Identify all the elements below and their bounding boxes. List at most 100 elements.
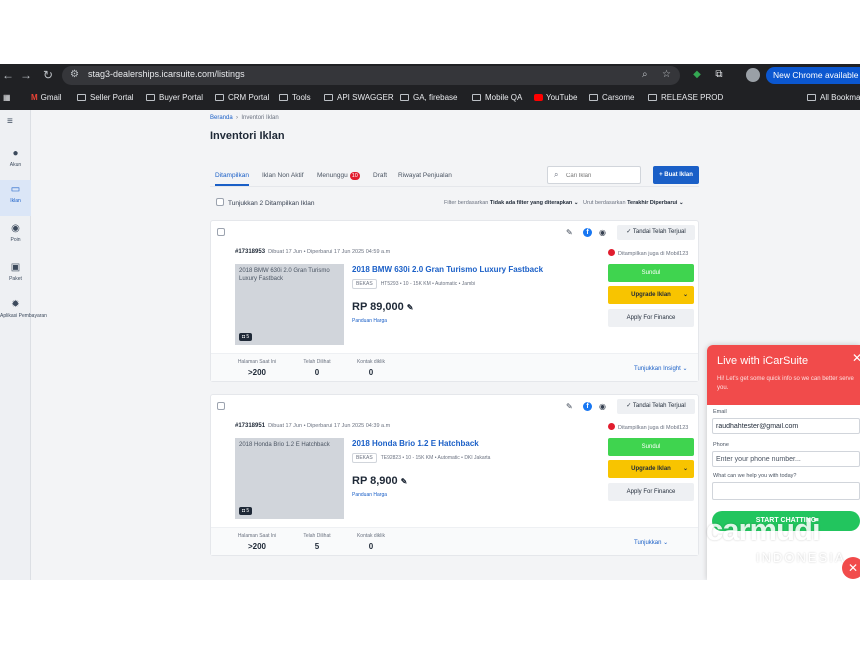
menu-icon[interactable]: ≡ xyxy=(7,116,13,127)
show-insight-link[interactable]: Tunjukkan Insight ⌄ xyxy=(634,365,688,372)
stat-views: Telah Dilihat 5 xyxy=(303,533,331,551)
reload-icon[interactable]: ↻ xyxy=(40,67,56,83)
star-icon[interactable]: ☆ xyxy=(662,69,671,80)
bookmark-crm-portal[interactable]: CRM Portal xyxy=(215,93,269,102)
address-bar[interactable]: ⚙ stag3-dealerships.icarsuite.com/listin… xyxy=(62,66,680,85)
price-guide-link[interactable]: Panduan Harga xyxy=(352,492,387,498)
sidebar: ≡ ● Akun ▭ Iklan ◉ Poin ▣ Paket ✹ Aplikasi Pe… xyxy=(0,110,47,580)
page-title: Inventori Iklan xyxy=(210,130,285,142)
mark-sold-button[interactable]: ✓ Tandai Telah Terjual xyxy=(617,399,695,414)
bookmark-buyer-portal[interactable]: Buyer Portal xyxy=(146,93,203,102)
url-text: stag3-dealerships.icarsuite.com/listings xyxy=(88,69,245,79)
apply-finance-button[interactable]: Apply For Finance xyxy=(608,309,694,327)
site-info-icon[interactable]: ⚙ xyxy=(70,69,79,80)
stat-current-page: Halaman Saat Ini >200 xyxy=(237,359,277,377)
bookmark-gmail[interactable]: M Gmail xyxy=(31,93,62,102)
new-chrome-button[interactable]: New Chrome available xyxy=(766,67,860,84)
listing-image[interactable]: 2018 Honda Brio 1.2 E Hatchback ◘ 5 xyxy=(235,438,344,519)
eye-icon[interactable]: ◉ xyxy=(599,228,606,237)
email-label: Email xyxy=(713,409,727,415)
select-all-row: Tunjukkan 2 Ditampilkan Iklan xyxy=(216,198,314,207)
upgrade-button[interactable]: Upgrade Iklan ⌄ xyxy=(608,460,694,478)
apps-icon[interactable]: ▦ xyxy=(3,93,11,102)
facebook-icon[interactable]: f xyxy=(583,402,592,411)
displayed-also-label: Ditampilkan juga di Mobil123 xyxy=(608,423,688,431)
breadcrumb-home[interactable]: Beranda xyxy=(210,115,233,121)
zoom-icon[interactable]: ⌕ xyxy=(642,69,648,80)
mobil123-icon xyxy=(608,249,615,256)
close-chat-button[interactable]: ✕ xyxy=(842,557,860,579)
edit-icon[interactable]: ✎ xyxy=(566,402,573,411)
email-field[interactable] xyxy=(712,418,860,434)
sundul-button[interactable]: Sundul xyxy=(608,264,694,282)
sidebar-item-akun[interactable]: ● Akun xyxy=(0,144,31,180)
listing-image[interactable]: 2018 BMW 630i 2.0 Gran Turismo Luxury Fa… xyxy=(235,264,344,345)
all-bookmarks[interactable]: All Bookma xyxy=(807,93,860,102)
edit-price-icon[interactable]: ✎ xyxy=(407,303,414,312)
folder-icon xyxy=(807,94,816,101)
sidebar-item-iklan[interactable]: ▭ Iklan xyxy=(0,180,31,216)
edit-icon[interactable]: ✎ xyxy=(566,228,573,237)
listing-title[interactable]: 2018 Honda Brio 1.2 E Hatchback xyxy=(352,439,479,448)
close-icon[interactable]: ✕ xyxy=(852,351,860,365)
bookmark-seller-portal[interactable]: Seller Portal xyxy=(77,93,134,102)
show-insight-link[interactable]: Tunjukkan ⌄ xyxy=(634,539,668,546)
listing-checkbox[interactable] xyxy=(217,228,225,236)
folder-icon xyxy=(648,94,657,101)
tab-riwayat-penjualan[interactable]: Riwayat Penjualan xyxy=(398,172,452,179)
bookmark-tools[interactable]: Tools xyxy=(279,93,311,102)
bookmark-release-prod[interactable]: RELEASE PROD xyxy=(648,93,723,102)
tab-menunggu[interactable]: Menunggu 10 xyxy=(317,172,360,180)
chat-header: Live with iCarSuite ✕ Hi! Let's get some… xyxy=(707,345,860,405)
stat-current-page: Halaman Saat Ini >200 xyxy=(237,533,277,551)
chevron-down-icon: ⌄ xyxy=(682,366,688,372)
listing-card: ✎ f ◉ ✓ Tandai Telah Terjual #17318953 D… xyxy=(210,220,699,382)
forward-icon[interactable]: → xyxy=(18,67,34,83)
sidebar-item-poin[interactable]: ◉ Poin xyxy=(0,219,31,255)
check-icon: ✓ xyxy=(626,229,632,235)
eye-icon[interactable]: ◉ xyxy=(599,402,606,411)
tab-draft[interactable]: Draft xyxy=(373,172,387,179)
facebook-icon[interactable]: f xyxy=(583,228,592,237)
apply-finance-button[interactable]: Apply For Finance xyxy=(608,483,694,501)
phone-field[interactable] xyxy=(712,451,860,467)
puzzle-icon[interactable]: ⧉ xyxy=(712,68,726,82)
gmail-icon: M xyxy=(31,93,38,102)
upgrade-button[interactable]: Upgrade Iklan ⌄ xyxy=(608,286,694,304)
edit-price-icon[interactable]: ✎ xyxy=(401,477,408,486)
filter-sort-row: Filter berdasarkan Tidak ada filter yang… xyxy=(444,200,684,206)
search-input[interactable] xyxy=(566,169,638,182)
listing-price: RP 89,000 ✎ xyxy=(352,301,414,313)
sort-dropdown[interactable]: Terakhir Diperbarui ⌄ xyxy=(627,200,683,206)
carmudi-watermark: carmudi INDONESIA xyxy=(706,512,846,565)
filter-dropdown[interactable]: Tidak ada filter yang diterapkan ⌄ xyxy=(490,200,579,206)
bookmark-ga-firebase[interactable]: GA, firebase xyxy=(400,93,457,102)
question-field[interactable] xyxy=(712,482,860,500)
tab-ditampilkan[interactable]: Ditampilkan xyxy=(215,172,249,186)
stat-contact-clicks: Kontak diklik 0 xyxy=(356,533,386,551)
chat-title: Live with iCarSuite xyxy=(717,355,809,367)
profile-avatar[interactable] xyxy=(746,68,760,82)
bookmark-carsome[interactable]: Carsome xyxy=(589,93,634,102)
bookmark-mobile-qa[interactable]: Mobile QA xyxy=(472,93,522,102)
camera-icon: ◘ xyxy=(242,508,246,514)
listing-title[interactable]: 2018 BMW 630i 2.0 Gran Turismo Luxury Fa… xyxy=(352,265,543,274)
back-icon[interactable]: ← xyxy=(0,67,16,83)
select-all-checkbox[interactable] xyxy=(216,198,224,206)
listing-stats: Halaman Saat Ini >200 Telah Dilihat 5 Kont… xyxy=(211,527,698,555)
settings-icon: ✹ xyxy=(11,299,20,310)
price-guide-link[interactable]: Panduan Harga xyxy=(352,318,387,324)
bookmarks-bar: ▦ M Gmail Seller Portal Buyer Portal CRM … xyxy=(0,89,860,109)
sidebar-item-aplikasi-pembayaran[interactable]: ✹ Aplikasi Pembayaran xyxy=(0,295,47,331)
bookmark-api-swagger[interactable]: API SWAGGER xyxy=(324,93,394,102)
sundul-button[interactable]: Sundul xyxy=(608,438,694,456)
mark-sold-button[interactable]: ✓ Tandai Telah Terjual xyxy=(617,225,695,240)
listing-meta-row: #17318951 Dibuat 17 Jun • Diperbarui 17 … xyxy=(235,423,391,429)
bookmark-youtube[interactable]: YouTube xyxy=(534,93,577,102)
listing-checkbox[interactable] xyxy=(217,402,225,410)
tab-iklan-non-aktif[interactable]: Iklan Non Aktif xyxy=(262,172,304,179)
create-listing-button[interactable]: + Buat Iklan xyxy=(653,166,699,184)
photo-count-badge: ◘ 5 xyxy=(239,507,253,515)
extension-icon[interactable]: ◆ xyxy=(690,68,704,82)
sidebar-item-paket[interactable]: ▣ Paket xyxy=(0,258,31,294)
